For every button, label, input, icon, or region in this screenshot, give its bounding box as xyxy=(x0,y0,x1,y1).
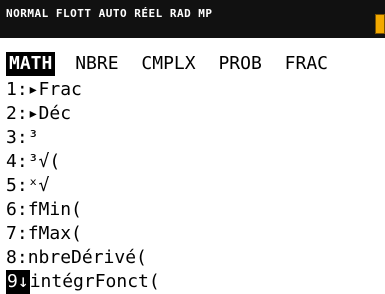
menu-item-nbrederive[interactable]: 8:nbreDérivé( xyxy=(6,246,160,270)
menu-item-number: 5: xyxy=(6,175,28,196)
menu-item-fmin[interactable]: 6:fMin( xyxy=(6,198,160,222)
menu-item-label: ˣ√ xyxy=(27,175,50,196)
menu-item-label: fMax( xyxy=(27,223,82,244)
tab-nbre[interactable]: NBRE xyxy=(72,52,121,76)
menu-item-frac[interactable]: 1:▸Frac xyxy=(6,78,160,102)
menu-item-xth-root[interactable]: 5:ˣ√ xyxy=(6,174,160,198)
menu-item-number: 2: xyxy=(6,103,28,124)
math-menu-list: 1:▸Frac 2:▸Déc 3:³ 4:³√( 5:ˣ√ 6:fMin( 7:… xyxy=(6,78,160,294)
menu-item-label: ³√( xyxy=(27,151,61,172)
menu-item-label: ▸Déc xyxy=(27,103,72,124)
menu-item-cube[interactable]: 3:³ xyxy=(6,126,160,150)
menu-item-number: 4: xyxy=(6,151,28,172)
divider xyxy=(0,38,385,46)
menu-item-label: ▸Frac xyxy=(27,79,82,100)
tab-frac[interactable]: FRAC xyxy=(282,52,331,76)
calculator-screen: NORMAL FLOTT AUTO RÉEL RAD MP MATH NBRE … xyxy=(0,0,385,294)
tab-cmplx[interactable]: CMPLX xyxy=(138,52,198,76)
menu-item-number: 3: xyxy=(6,127,28,148)
status-bar: NORMAL FLOTT AUTO RÉEL RAD MP xyxy=(0,0,385,38)
menu-item-fmax[interactable]: 7:fMax( xyxy=(6,222,160,246)
menu-item-label: nbreDérivé( xyxy=(27,247,147,268)
menu-item-label: intégrFonct( xyxy=(29,271,160,292)
menu-item-label: ³ xyxy=(27,127,39,148)
battery-icon xyxy=(375,14,385,34)
tab-math[interactable]: MATH xyxy=(6,52,56,76)
menu-item-integrfonct[interactable]: 9↓intégrFonct( xyxy=(6,270,160,294)
menu-item-label: fMin( xyxy=(27,199,82,220)
menu-item-number: 1: xyxy=(6,79,28,100)
menu-item-cube-root[interactable]: 4:³√( xyxy=(6,150,160,174)
menu-item-number: 8: xyxy=(6,247,28,268)
mode-status-text: NORMAL FLOTT AUTO RÉEL RAD MP xyxy=(6,7,213,20)
menu-item-number: 6: xyxy=(6,199,28,220)
menu-tabs: MATH NBRE CMPLX PROB FRAC xyxy=(6,52,337,76)
menu-item-number: 7: xyxy=(6,223,28,244)
menu-item-number-selected: 9↓ xyxy=(6,270,30,294)
tab-prob[interactable]: PROB xyxy=(215,52,264,76)
menu-item-dec[interactable]: 2:▸Déc xyxy=(6,102,160,126)
